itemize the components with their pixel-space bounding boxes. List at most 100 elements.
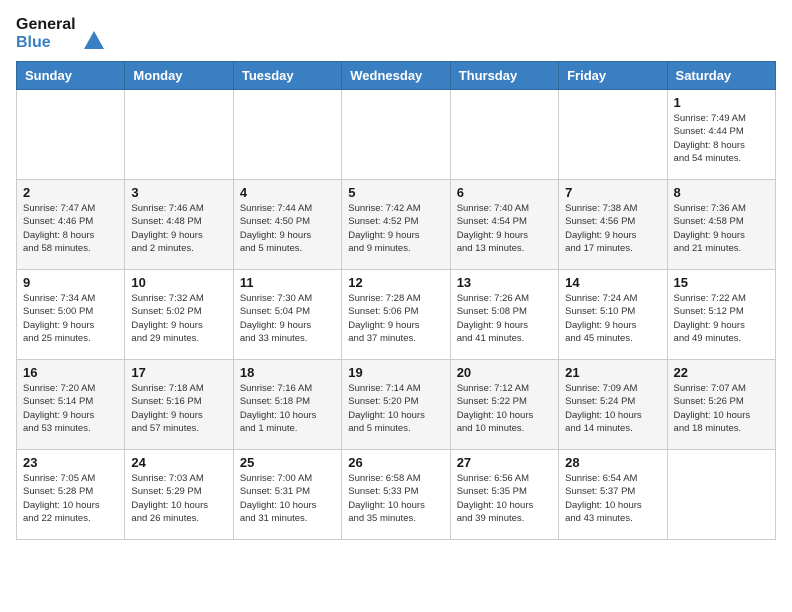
- weekday-header-row: SundayMondayTuesdayWednesdayThursdayFrid…: [17, 62, 776, 90]
- day-info: Sunrise: 7:16 AM Sunset: 5:18 PM Dayligh…: [240, 382, 335, 435]
- day-info: Sunrise: 7:40 AM Sunset: 4:54 PM Dayligh…: [457, 202, 552, 255]
- calendar-cell: 10 Sunrise: 7:32 AM Sunset: 5:02 PM Dayli…: [125, 270, 233, 360]
- day-number: 23: [23, 455, 118, 470]
- calendar-cell: 13 Sunrise: 7:26 AM Sunset: 5:08 PM Dayli…: [450, 270, 558, 360]
- day-number: 20: [457, 365, 552, 380]
- calendar-cell: 8 Sunrise: 7:36 AM Sunset: 4:58 PM Daylig…: [667, 180, 775, 270]
- calendar-week-3: 9 Sunrise: 7:34 AM Sunset: 5:00 PM Daylig…: [17, 270, 776, 360]
- calendar-cell: 14 Sunrise: 7:24 AM Sunset: 5:10 PM Dayli…: [559, 270, 667, 360]
- day-number: 4: [240, 185, 335, 200]
- calendar-cell: 21 Sunrise: 7:09 AM Sunset: 5:24 PM Dayli…: [559, 360, 667, 450]
- day-info: Sunrise: 6:56 AM Sunset: 5:35 PM Dayligh…: [457, 472, 552, 525]
- calendar-cell: 1 Sunrise: 7:49 AM Sunset: 4:44 PM Daylig…: [667, 90, 775, 180]
- day-number: 27: [457, 455, 552, 470]
- day-number: 10: [131, 275, 226, 290]
- day-number: 3: [131, 185, 226, 200]
- day-number: 14: [565, 275, 660, 290]
- day-number: 12: [348, 275, 443, 290]
- day-info: Sunrise: 7:46 AM Sunset: 4:48 PM Dayligh…: [131, 202, 226, 255]
- weekday-header-wednesday: Wednesday: [342, 62, 450, 90]
- day-number: 15: [674, 275, 769, 290]
- calendar-cell: [450, 90, 558, 180]
- day-number: 13: [457, 275, 552, 290]
- calendar-cell: 23 Sunrise: 7:05 AM Sunset: 5:28 PM Dayli…: [17, 450, 125, 540]
- day-number: 9: [23, 275, 118, 290]
- calendar-cell: 11 Sunrise: 7:30 AM Sunset: 5:04 PM Dayli…: [233, 270, 341, 360]
- weekday-header-sunday: Sunday: [17, 62, 125, 90]
- logo: General Blue: [16, 16, 104, 51]
- day-info: Sunrise: 7:07 AM Sunset: 5:26 PM Dayligh…: [674, 382, 769, 435]
- calendar-cell: 7Sunrise: 7:38 AM Sunset: 4:56 PM Daylig…: [559, 180, 667, 270]
- day-info: Sunrise: 7:03 AM Sunset: 5:29 PM Dayligh…: [131, 472, 226, 525]
- weekday-header-saturday: Saturday: [667, 62, 775, 90]
- day-info: Sunrise: 7:44 AM Sunset: 4:50 PM Dayligh…: [240, 202, 335, 255]
- day-number: 1: [674, 95, 769, 110]
- logo-text: General Blue: [16, 16, 76, 51]
- weekday-header-thursday: Thursday: [450, 62, 558, 90]
- day-number: 5: [348, 185, 443, 200]
- calendar-cell: 4 Sunrise: 7:44 AM Sunset: 4:50 PM Daylig…: [233, 180, 341, 270]
- day-number: 7: [565, 185, 660, 200]
- calendar-cell: [559, 90, 667, 180]
- day-number: 25: [240, 455, 335, 470]
- logo-general: General: [16, 16, 76, 34]
- calendar-cell: 20 Sunrise: 7:12 AM Sunset: 5:22 PM Dayli…: [450, 360, 558, 450]
- day-info: Sunrise: 7:36 AM Sunset: 4:58 PM Dayligh…: [674, 202, 769, 255]
- day-number: 21: [565, 365, 660, 380]
- calendar-cell: [17, 90, 125, 180]
- calendar-week-2: 2Sunrise: 7:47 AM Sunset: 4:46 PM Daylig…: [17, 180, 776, 270]
- calendar-cell: 5Sunrise: 7:42 AM Sunset: 4:52 PM Daylig…: [342, 180, 450, 270]
- calendar-cell: [342, 90, 450, 180]
- day-number: 22: [674, 365, 769, 380]
- calendar-cell: [125, 90, 233, 180]
- calendar-week-1: 1 Sunrise: 7:49 AM Sunset: 4:44 PM Daylig…: [17, 90, 776, 180]
- day-number: 2: [23, 185, 118, 200]
- day-info: Sunrise: 7:20 AM Sunset: 5:14 PM Dayligh…: [23, 382, 118, 435]
- calendar-cell: 28Sunrise: 6:54 AM Sunset: 5:37 PM Dayli…: [559, 450, 667, 540]
- day-number: 11: [240, 275, 335, 290]
- calendar-cell: 18 Sunrise: 7:16 AM Sunset: 5:18 PM Dayli…: [233, 360, 341, 450]
- day-number: 19: [348, 365, 443, 380]
- page-header: General Blue: [16, 16, 776, 51]
- day-info: Sunrise: 7:18 AM Sunset: 5:16 PM Dayligh…: [131, 382, 226, 435]
- day-number: 28: [565, 455, 660, 470]
- day-number: 18: [240, 365, 335, 380]
- weekday-header-friday: Friday: [559, 62, 667, 90]
- day-number: 16: [23, 365, 118, 380]
- day-info: Sunrise: 7:32 AM Sunset: 5:02 PM Dayligh…: [131, 292, 226, 345]
- day-info: Sunrise: 7:30 AM Sunset: 5:04 PM Dayligh…: [240, 292, 335, 345]
- day-number: 8: [674, 185, 769, 200]
- day-info: Sunrise: 7:12 AM Sunset: 5:22 PM Dayligh…: [457, 382, 552, 435]
- calendar-cell: 15 Sunrise: 7:22 AM Sunset: 5:12 PM Dayli…: [667, 270, 775, 360]
- day-info: Sunrise: 7:09 AM Sunset: 5:24 PM Dayligh…: [565, 382, 660, 435]
- logo-triangle-icon: [84, 31, 104, 49]
- day-info: Sunrise: 7:05 AM Sunset: 5:28 PM Dayligh…: [23, 472, 118, 525]
- calendar-cell: 12 Sunrise: 7:28 AM Sunset: 5:06 PM Dayli…: [342, 270, 450, 360]
- weekday-header-monday: Monday: [125, 62, 233, 90]
- day-info: Sunrise: 7:00 AM Sunset: 5:31 PM Dayligh…: [240, 472, 335, 525]
- calendar-cell: 19Sunrise: 7:14 AM Sunset: 5:20 PM Dayli…: [342, 360, 450, 450]
- calendar-cell: 25 Sunrise: 7:00 AM Sunset: 5:31 PM Dayli…: [233, 450, 341, 540]
- calendar-cell: [233, 90, 341, 180]
- day-info: Sunrise: 7:22 AM Sunset: 5:12 PM Dayligh…: [674, 292, 769, 345]
- calendar-cell: 2Sunrise: 7:47 AM Sunset: 4:46 PM Daylig…: [17, 180, 125, 270]
- calendar-week-4: 16 Sunrise: 7:20 AM Sunset: 5:14 PM Dayli…: [17, 360, 776, 450]
- calendar-cell: 3 Sunrise: 7:46 AM Sunset: 4:48 PM Daylig…: [125, 180, 233, 270]
- day-info: Sunrise: 7:49 AM Sunset: 4:44 PM Dayligh…: [674, 112, 769, 165]
- logo-blue: Blue: [16, 34, 76, 52]
- day-info: Sunrise: 7:34 AM Sunset: 5:00 PM Dayligh…: [23, 292, 118, 345]
- calendar-cell: 6 Sunrise: 7:40 AM Sunset: 4:54 PM Daylig…: [450, 180, 558, 270]
- day-info: Sunrise: 6:58 AM Sunset: 5:33 PM Dayligh…: [348, 472, 443, 525]
- logo-wrapper: General Blue: [16, 16, 104, 51]
- calendar-cell: [667, 450, 775, 540]
- day-number: 24: [131, 455, 226, 470]
- day-number: 6: [457, 185, 552, 200]
- calendar-cell: 16 Sunrise: 7:20 AM Sunset: 5:14 PM Dayli…: [17, 360, 125, 450]
- day-info: Sunrise: 7:28 AM Sunset: 5:06 PM Dayligh…: [348, 292, 443, 345]
- day-info: Sunrise: 7:26 AM Sunset: 5:08 PM Dayligh…: [457, 292, 552, 345]
- calendar-cell: 9 Sunrise: 7:34 AM Sunset: 5:00 PM Daylig…: [17, 270, 125, 360]
- calendar-cell: 27 Sunrise: 6:56 AM Sunset: 5:35 PM Dayli…: [450, 450, 558, 540]
- day-number: 26: [348, 455, 443, 470]
- weekday-header-tuesday: Tuesday: [233, 62, 341, 90]
- day-info: Sunrise: 7:24 AM Sunset: 5:10 PM Dayligh…: [565, 292, 660, 345]
